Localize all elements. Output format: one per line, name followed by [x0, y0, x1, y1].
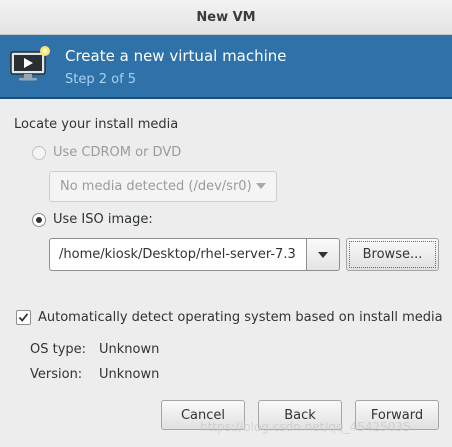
os-type-row: OS type: Unknown: [30, 342, 159, 357]
auto-detect-os-row[interactable]: Automatically detect operating system ba…: [16, 310, 443, 325]
cdrom-radio: [32, 145, 46, 160]
checkmark-icon: [18, 313, 29, 322]
auto-detect-os-label: Automatically detect operating system ba…: [38, 310, 443, 325]
os-type-value: Unknown: [99, 342, 160, 357]
csdn-watermark: https://blog.csdn.net/qq_45425035: [200, 420, 411, 434]
cdrom-radio-label: Use CDROM or DVD: [53, 145, 182, 160]
os-type-label: OS type:: [30, 342, 87, 357]
iso-radio-label: Use ISO image:: [53, 212, 153, 227]
iso-path-input[interactable]: /home/kiosk/Desktop/rhel-server-7.3: [49, 238, 307, 271]
wizard-banner: Create a new virtual machine Step 2 of 5: [0, 35, 452, 99]
version-label: Version:: [30, 367, 83, 382]
version-row: Version: Unknown: [30, 367, 159, 382]
auto-detect-os-checkbox[interactable]: [16, 310, 31, 325]
window-titlebar[interactable]: New VM: [0, 0, 452, 35]
cdrom-radio-row: Use CDROM or DVD: [32, 145, 181, 160]
chevron-down-icon: [256, 183, 266, 189]
iso-radio[interactable]: [32, 212, 46, 227]
cdrom-combo-value: No media detected (/dev/sr0): [60, 179, 252, 194]
version-value: Unknown: [99, 367, 160, 382]
cdrom-media-combo: No media detected (/dev/sr0): [49, 171, 277, 202]
iso-path-dropdown-button[interactable]: [306, 238, 340, 271]
install-media-label: Locate your install media: [14, 117, 179, 132]
computer-monitor-play-icon: [10, 46, 50, 81]
iso-radio-row[interactable]: Use ISO image:: [32, 212, 153, 227]
banner-step: Step 2 of 5: [65, 72, 137, 87]
banner-heading: Create a new virtual machine: [65, 47, 287, 65]
browse-button[interactable]: Browse...: [346, 238, 439, 271]
chevron-down-icon: [318, 251, 328, 258]
window-title: New VM: [196, 9, 256, 25]
